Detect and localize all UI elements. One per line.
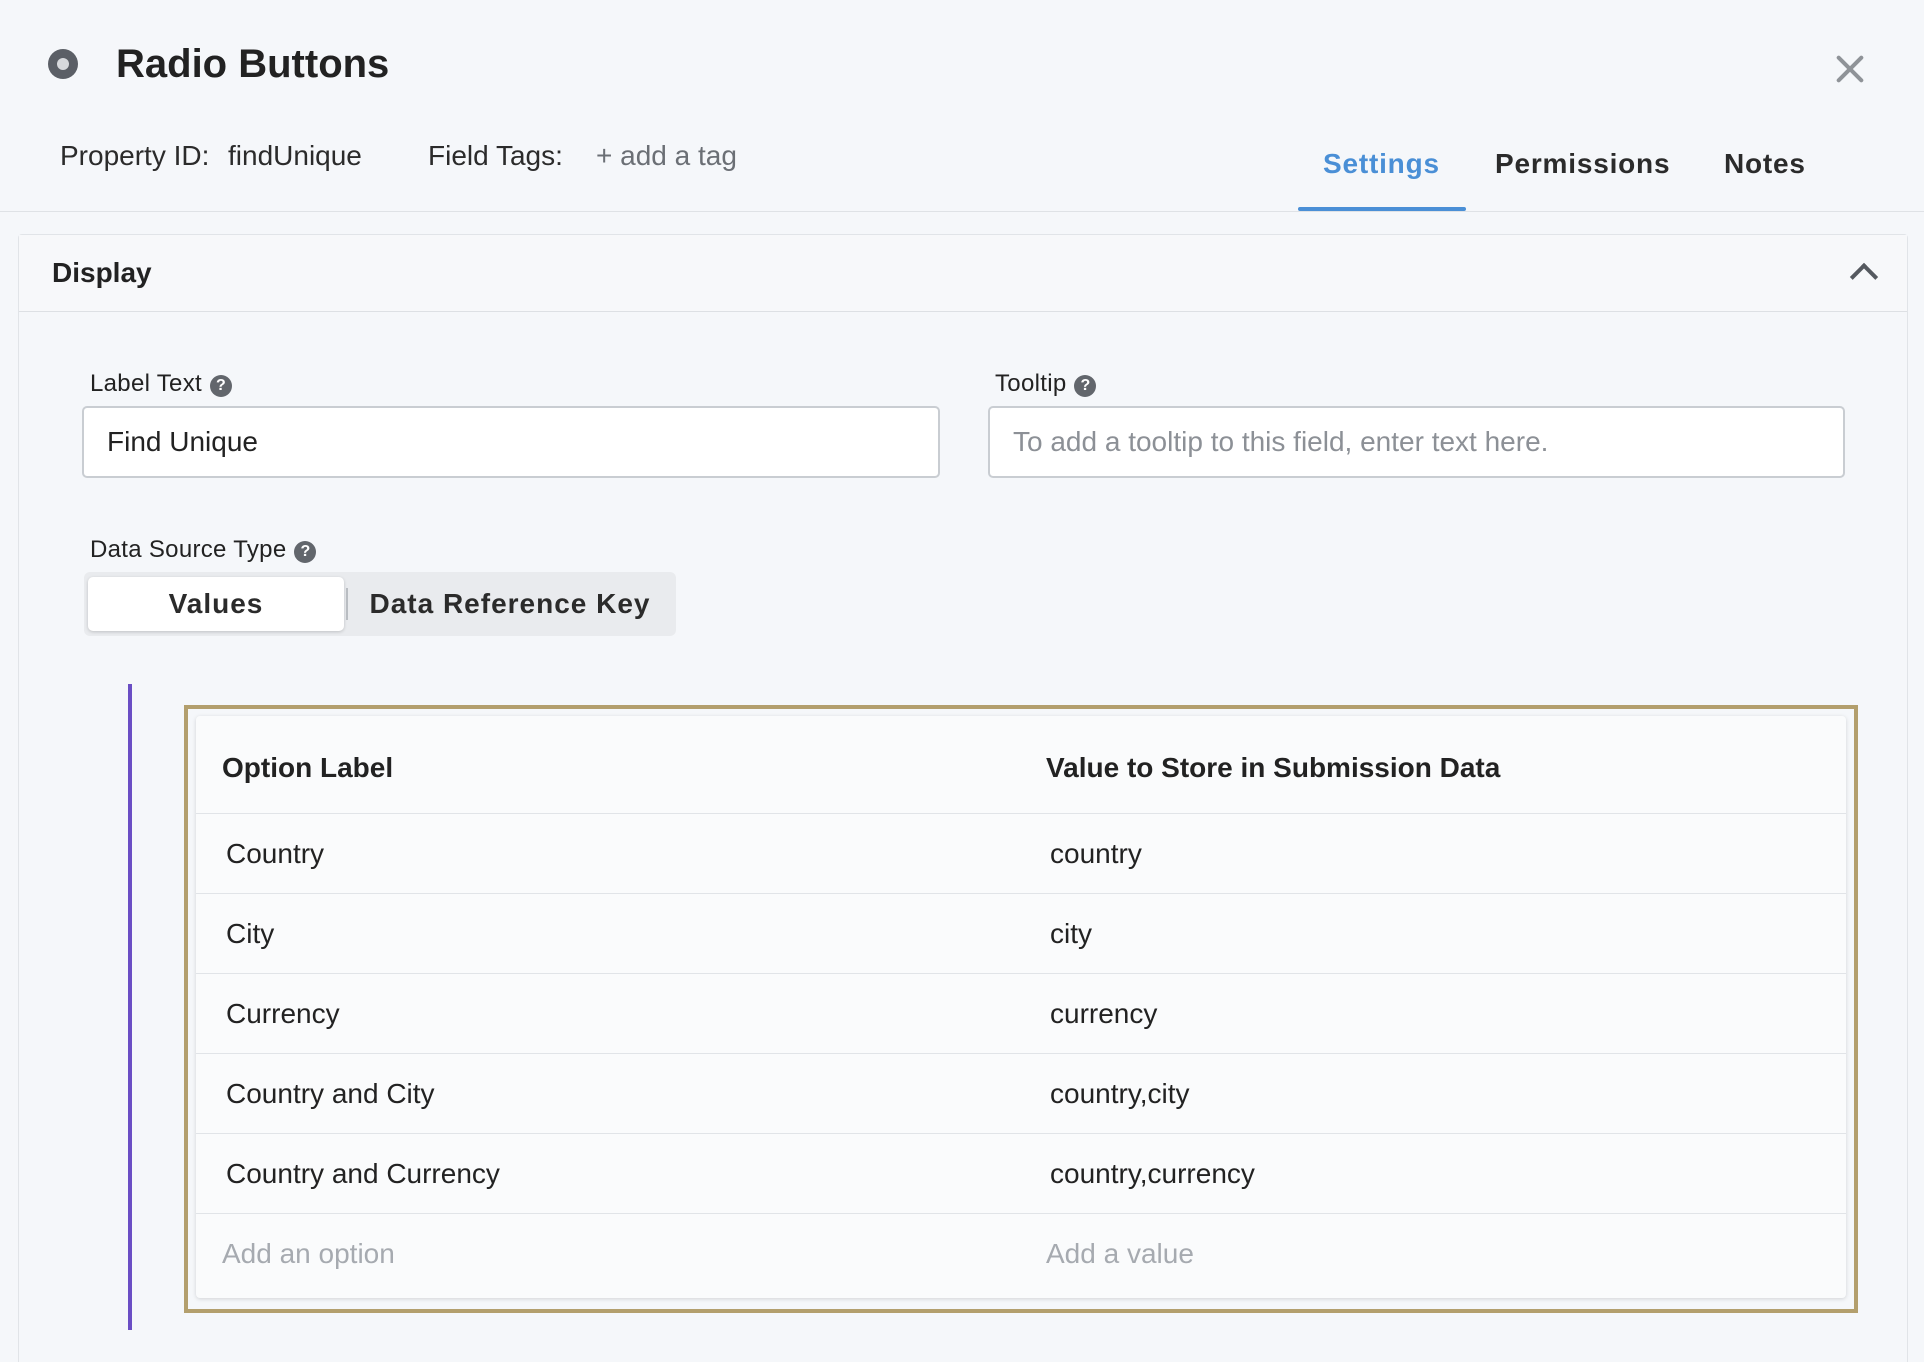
tab-notes[interactable]: Notes	[1724, 148, 1806, 180]
options-table: Option Label Value to Store in Submissio…	[196, 716, 1846, 1298]
tooltip-label: Tooltip?	[995, 370, 1097, 398]
field-settings-modal: Radio Buttons Property ID: findUnique Fi…	[0, 0, 1924, 1362]
modal-title: Radio Buttons	[116, 42, 390, 86]
label-text-input[interactable]	[82, 406, 940, 478]
active-tab-indicator	[1298, 207, 1466, 211]
values-option-button[interactable]: Values	[88, 577, 344, 631]
help-icon[interactable]: ?	[1074, 375, 1097, 397]
table-row[interactable]: City city	[196, 893, 1846, 973]
option-value-cell[interactable]: country,city	[1050, 1078, 1190, 1110]
help-icon[interactable]: ?	[209, 375, 232, 397]
radio-button-icon	[48, 49, 78, 79]
property-id-label: Property ID:	[60, 140, 210, 171]
close-icon[interactable]	[1832, 50, 1868, 86]
table-row[interactable]: Country country	[196, 813, 1846, 893]
property-id-value: findUnique	[228, 140, 362, 171]
table-row[interactable]: Country and City country,city	[196, 1053, 1846, 1133]
option-value-cell[interactable]: country	[1050, 838, 1142, 870]
data-source-type-label: Data Source Type?	[90, 536, 317, 564]
option-value-cell[interactable]: city	[1050, 918, 1092, 950]
option-value-cell[interactable]: country,currency	[1050, 1158, 1255, 1190]
column-header-option-label: Option Label	[222, 752, 394, 783]
tab-permissions[interactable]: Permissions	[1495, 148, 1670, 180]
data-reference-key-option-button[interactable]: Data Reference Key	[346, 577, 674, 631]
display-section-header[interactable]: Display	[19, 235, 1907, 312]
add-option-row	[196, 1213, 1846, 1293]
chevron-up-icon[interactable]	[1849, 262, 1879, 292]
data-source-type-toggle: Values Data Reference Key	[84, 572, 676, 636]
add-tag-link[interactable]: + add a tag	[596, 140, 737, 172]
field-tags-label: Field Tags:	[428, 140, 563, 171]
option-label-cell[interactable]: Country and Currency	[226, 1158, 500, 1190]
nested-content-rule	[128, 684, 132, 1330]
option-label-cell[interactable]: City	[226, 918, 274, 950]
modal-header: Radio Buttons Property ID: findUnique Fi…	[0, 0, 1924, 212]
tab-settings[interactable]: Settings	[1323, 148, 1440, 180]
option-label-cell[interactable]: Country and City	[226, 1078, 435, 1110]
option-label-cell[interactable]: Currency	[226, 998, 340, 1030]
label-text-label: Label Text?	[90, 370, 232, 398]
add-option-input[interactable]	[222, 1224, 1002, 1284]
column-header-value: Value to Store in Submission Data	[1046, 752, 1501, 783]
table-row[interactable]: Currency currency	[196, 973, 1846, 1053]
option-label-cell[interactable]: Country	[226, 838, 324, 870]
tooltip-input[interactable]	[988, 406, 1845, 478]
add-value-input[interactable]	[1046, 1224, 1826, 1284]
table-row[interactable]: Country and Currency country,currency	[196, 1133, 1846, 1213]
section-title: Display	[52, 257, 152, 288]
help-icon[interactable]: ?	[294, 541, 317, 563]
option-value-cell[interactable]: currency	[1050, 998, 1157, 1030]
